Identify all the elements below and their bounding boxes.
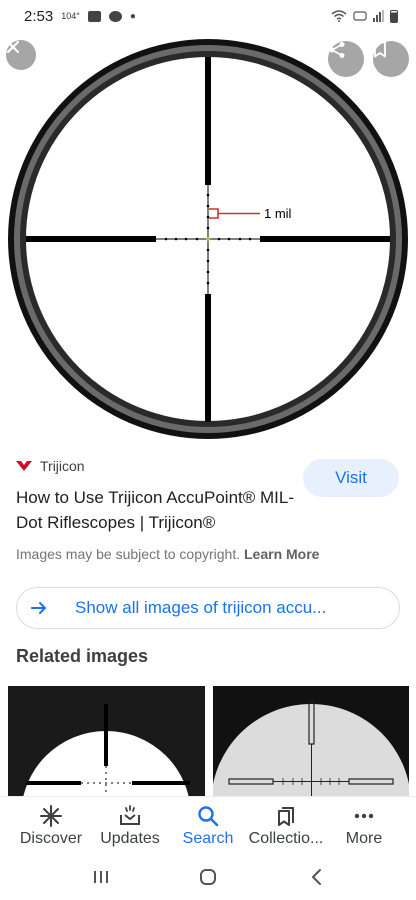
nav-discover[interactable]: Discover [9,805,93,848]
close-icon [6,40,20,54]
search-icon [198,806,219,827]
wifi-icon [331,10,347,22]
status-time: 2:53 [24,7,54,25]
status-temperature: 104° [61,11,80,21]
more-notifications-icon: ● [129,10,136,22]
arrow-right-icon [31,602,46,614]
image-viewer[interactable]: 1 mil [0,32,416,442]
app-notification-icon [108,10,122,22]
volte-icon [353,11,367,21]
bookmark-icon [374,41,386,58]
back-icon [312,869,321,885]
nav-more[interactable]: More [322,805,406,848]
visit-button[interactable]: Visit [303,459,399,497]
scope-reticle-image: 1 mil [8,39,408,439]
nav-collections[interactable]: Collectio... [244,805,328,848]
back-button[interactable] [302,866,332,888]
nav-search[interactable]: Search [166,805,250,848]
show-all-images-button[interactable]: Show all images of trijicon accu... [16,587,400,629]
nav-discover-label: Discover [19,830,83,847]
nav-updates[interactable]: Updates [88,805,172,848]
source-row[interactable]: Trijicon [16,458,85,474]
share-icon [329,42,345,58]
signal-icon [373,10,384,22]
recent-apps-icon [94,871,108,883]
nav-collections-label: Collectio... [248,830,324,847]
notification-icon [87,10,101,22]
trijicon-logo-icon [16,461,32,471]
related-image-1 [8,686,205,796]
learn-more-link[interactable]: Learn More [244,546,319,562]
show-all-label: Show all images of trijicon accu... [75,598,327,617]
share-button[interactable] [328,41,364,77]
recent-apps-button[interactable] [86,866,116,888]
related-image-thumbnail[interactable] [213,686,409,796]
updates-icon [120,805,140,825]
status-bar: 2:53 104° ● [0,0,416,32]
collections-icon [278,807,294,826]
mil-annotation-label: 1 mil [264,206,292,221]
nav-updates-label: Updates [100,830,160,847]
close-button[interactable] [6,40,36,70]
system-navigation-bar [0,854,416,900]
copyright-notice: Images may be subject to copyright. Lear… [16,546,319,562]
page-title[interactable]: How to Use Trijicon AccuPoint® MIL-Dot R… [16,485,306,535]
home-button[interactable] [193,866,223,888]
battery-icon [390,9,398,23]
nav-more-label: More [345,830,383,847]
save-button[interactable] [373,41,409,77]
home-icon [200,869,216,885]
nav-search-label: Search [182,830,234,847]
asterisk-icon [40,805,62,827]
bottom-navigation: Discover Updates Search Collectio... Mor… [0,796,416,854]
more-dots-icon [354,813,374,819]
related-images-heading: Related images [16,646,149,666]
related-image-2 [213,686,409,796]
copyright-text: Images may be subject to copyright. [16,546,241,562]
source-name: Trijicon [40,458,85,474]
related-image-thumbnail[interactable] [8,686,205,796]
